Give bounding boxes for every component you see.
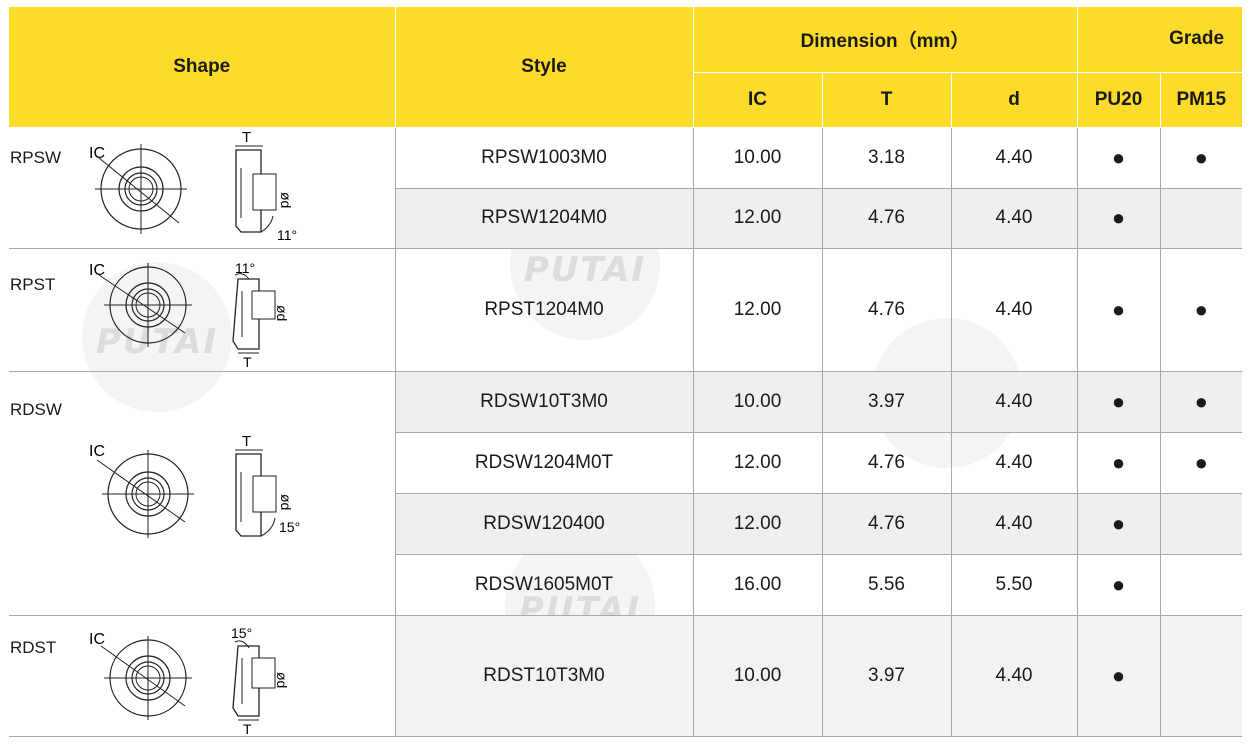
insert-drawing-rdsw: IC T ød 15°: [89, 433, 300, 538]
pu20-cell: ●: [1076, 371, 1160, 433]
ic-cell: 10.00: [692, 126, 822, 189]
pm15-cell: [1159, 188, 1243, 249]
d-cell: 4.40: [950, 188, 1077, 249]
style-cell: RPSW1204M0: [394, 188, 693, 249]
t-cell: 4.76: [821, 248, 951, 372]
d-cell: 4.40: [950, 432, 1077, 494]
pu20-cell: ●: [1076, 432, 1160, 494]
d-cell: 4.40: [950, 248, 1077, 372]
pu20-cell: ●: [1076, 188, 1160, 249]
d-label: ød: [274, 672, 290, 688]
header-style: Style: [395, 7, 694, 128]
d-cell: 4.40: [950, 371, 1077, 433]
ic-cell: 10.00: [692, 371, 822, 433]
shape-cell-rdsw: RDSW IC T ød 15°: [9, 371, 395, 616]
style-cell: RDSW1204M0T: [394, 432, 693, 494]
header-ic: IC: [693, 72, 823, 128]
style-cell: RDSW1605M0T: [394, 554, 693, 616]
pm15-cell: ●: [1159, 126, 1243, 189]
pu20-cell: ●: [1076, 554, 1160, 616]
angle-label: 15°: [231, 625, 252, 641]
pu20-cell: ●: [1076, 615, 1160, 737]
ic-cell: 12.00: [692, 188, 822, 249]
shape-cell-rpst: RPST IC 11° ød T: [9, 248, 395, 372]
header-shape: Shape: [9, 7, 396, 128]
t-cell: 4.76: [821, 432, 951, 494]
pu20-cell: ●: [1076, 493, 1160, 555]
t-cell: 4.76: [821, 188, 951, 249]
d-cell: 5.50: [950, 554, 1077, 616]
angle-label: 11°: [277, 227, 297, 243]
d-cell: 4.40: [950, 615, 1077, 737]
pm15-cell: [1159, 493, 1243, 555]
d-cell: 4.40: [950, 126, 1077, 189]
t-cell: 3.18: [821, 126, 951, 189]
pu20-cell: ●: [1076, 248, 1160, 372]
pu20-cell: ●: [1076, 126, 1160, 189]
ic-label: IC: [89, 443, 105, 460]
header-t: T: [822, 72, 952, 128]
table-row: RPST IC 11° ød T RPST1204M0 12.00 4.76 4…: [9, 248, 1243, 372]
table-row: RDST IC 15° ød T RDST10T3M0 10.00 3.97 4…: [9, 615, 1243, 737]
t-cell: 3.97: [821, 371, 951, 433]
t-label: T: [243, 354, 252, 370]
ic-cell: 16.00: [692, 554, 822, 616]
insert-drawing-rdst: IC 15° ød T: [89, 625, 290, 737]
insert-drawing-rpsw: IC T ød 11°: [89, 129, 297, 243]
style-cell: RPSW1003M0: [394, 126, 693, 189]
angle-label: 15°: [279, 519, 300, 535]
style-cell: RDST10T3M0: [394, 615, 693, 737]
ic-label: IC: [89, 145, 105, 162]
header-dimension: Dimension（mm）: [693, 7, 1078, 73]
insert-drawing-rpst: IC 11° ød T: [89, 260, 290, 370]
t-label: T: [242, 129, 251, 146]
t-label: T: [243, 721, 252, 737]
ic-cell: 10.00: [692, 615, 822, 737]
t-cell: 3.97: [821, 615, 951, 737]
ic-cell: 12.00: [692, 493, 822, 555]
d-cell: 4.40: [950, 493, 1077, 555]
ic-label: IC: [89, 262, 105, 279]
t-cell: 5.56: [821, 554, 951, 616]
ic-label: IC: [89, 631, 105, 648]
t-cell: 4.76: [821, 493, 951, 555]
shape-cell-rpsw: RPSW IC T ød 11°: [9, 126, 395, 249]
style-cell: RPST1204M0: [394, 248, 693, 372]
table-row: RPSW IC T ød 11° RPSW1003M0 10.00 3.18 4…: [9, 126, 1243, 249]
d-label: ød: [278, 192, 294, 208]
t-label: T: [242, 433, 251, 450]
ic-cell: 12.00: [692, 432, 822, 494]
style-cell: RDSW120400: [394, 493, 693, 555]
shape-cell-rdst: RDST IC 15° ød T: [9, 615, 395, 737]
ic-cell: 12.00: [692, 248, 822, 372]
pm15-cell: ●: [1159, 432, 1243, 494]
d-label: ød: [278, 494, 294, 510]
pm15-cell: ●: [1159, 371, 1243, 433]
header-d: d: [951, 72, 1078, 128]
style-cell: RDSW10T3M0: [394, 371, 693, 433]
insert-spec-table: Shape Style Dimension（mm） Grade IC T d P…: [9, 7, 1243, 737]
pm15-cell: [1159, 615, 1243, 737]
header-grade: Grade: [1077, 7, 1243, 73]
pm15-cell: ●: [1159, 248, 1243, 372]
table-row: RDSW IC T ød 15° RDSW10T3M0 10.00 3.97 4…: [9, 371, 1243, 616]
header-pu20: PU20: [1077, 72, 1161, 128]
header-pm15: PM15: [1160, 72, 1243, 128]
pm15-cell: [1159, 554, 1243, 616]
d-label: ød: [274, 305, 290, 321]
